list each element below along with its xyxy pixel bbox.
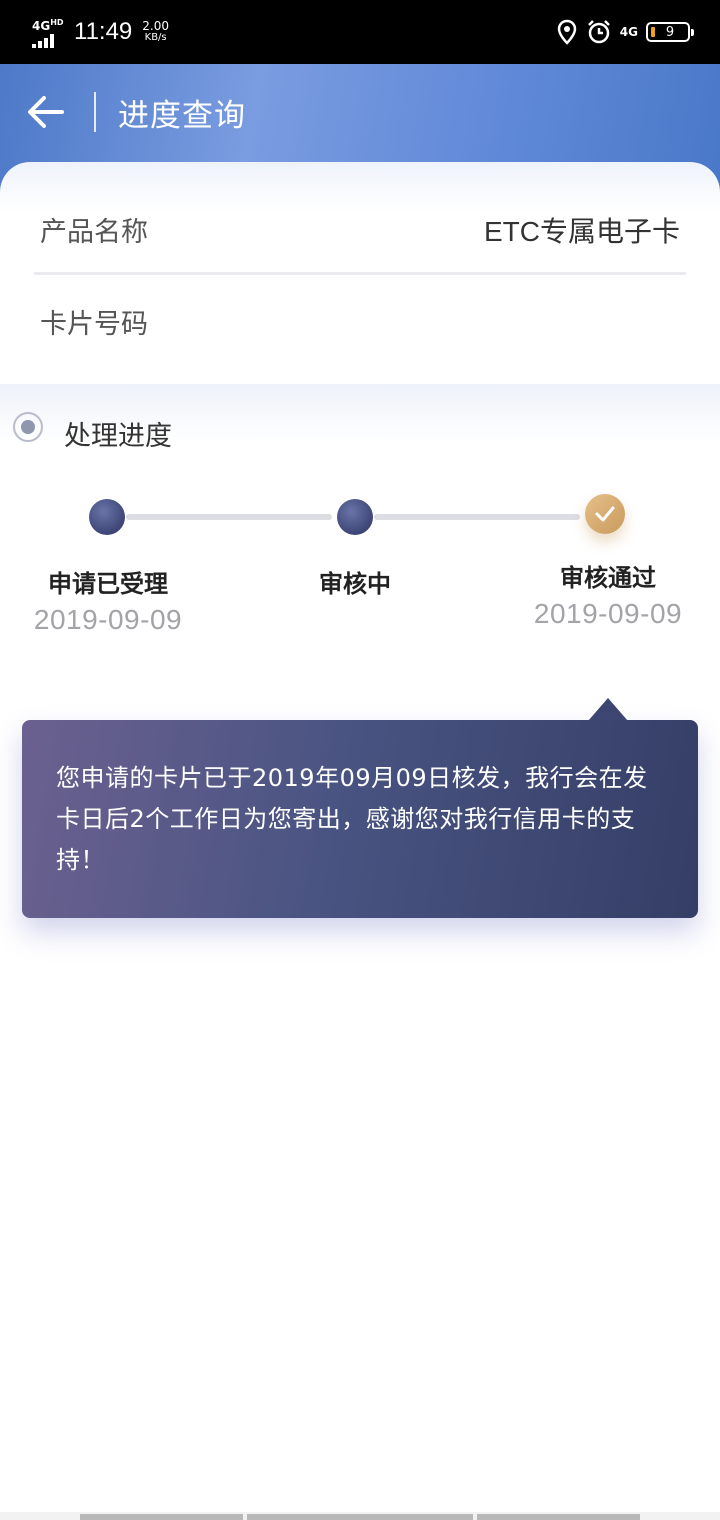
network-hd: HD xyxy=(50,17,64,27)
battery-icon: 9 xyxy=(646,22,694,42)
step-1-dot xyxy=(89,499,125,535)
page-title: 进度查询 xyxy=(118,98,246,134)
network-type-right: 4G xyxy=(619,25,638,39)
nav-gesture-bar-2[interactable] xyxy=(247,1514,473,1520)
header-divider xyxy=(94,92,96,132)
radio-icon xyxy=(13,412,43,442)
card-number-label: 卡片号码 xyxy=(40,309,148,340)
progress-track-2 xyxy=(374,514,580,520)
location-pin-icon xyxy=(557,19,577,45)
product-value: ETC专属电子卡 xyxy=(483,216,680,247)
nav-gesture-bar-3[interactable] xyxy=(477,1514,640,1520)
nav-gesture-bar-1[interactable] xyxy=(80,1514,243,1520)
network-speed: 2.00 KB/s xyxy=(142,20,169,44)
step-2-dot xyxy=(337,499,373,535)
section-title: 处理进度 xyxy=(64,421,172,452)
info-card: 产品名称 ETC专属电子卡 卡片号码 xyxy=(0,162,720,384)
step-2-label: 审核中 xyxy=(319,570,391,598)
step-1-label: 申请已受理 xyxy=(48,570,168,598)
speed-value: 2.00 xyxy=(142,19,169,33)
step-1-date: 2019-09-09 xyxy=(33,604,183,635)
alarm-clock-icon xyxy=(587,20,610,44)
arrow-left-icon xyxy=(28,96,64,128)
step-3-label: 审核通过 xyxy=(560,564,656,592)
network-type: 4G xyxy=(32,18,51,33)
battery-level: 9 xyxy=(665,24,675,40)
step-3-dot xyxy=(585,494,625,534)
step-3-date: 2019-09-09 xyxy=(533,598,683,629)
check-icon xyxy=(595,506,615,522)
status-left: 4GHD 11:49 2.00 KB/s xyxy=(32,14,169,50)
card-number-row: 卡片号码 xyxy=(40,302,680,346)
product-row: 产品名称 ETC专属电子卡 xyxy=(40,210,680,254)
status-message-box: 您申请的卡片已于2019年09月09日核发，我行会在发卡日后2个工作日为您寄出，… xyxy=(22,720,698,918)
status-bar: 4GHD 11:49 2.00 KB/s 4G 9 xyxy=(0,0,720,64)
progress-track-1 xyxy=(126,514,332,520)
product-label: 产品名称 xyxy=(40,217,148,248)
back-button[interactable] xyxy=(24,90,68,134)
speed-unit: KB/s xyxy=(144,32,167,43)
message-pointer xyxy=(588,698,628,721)
status-message-text: 您申请的卡片已于2019年09月09日核发，我行会在发卡日后2个工作日为您寄出，… xyxy=(56,764,648,874)
row-divider xyxy=(34,272,686,275)
status-right: 4G 9 xyxy=(556,16,694,48)
signal-icon: 4GHD xyxy=(32,17,66,48)
status-time: 11:49 xyxy=(74,18,133,45)
